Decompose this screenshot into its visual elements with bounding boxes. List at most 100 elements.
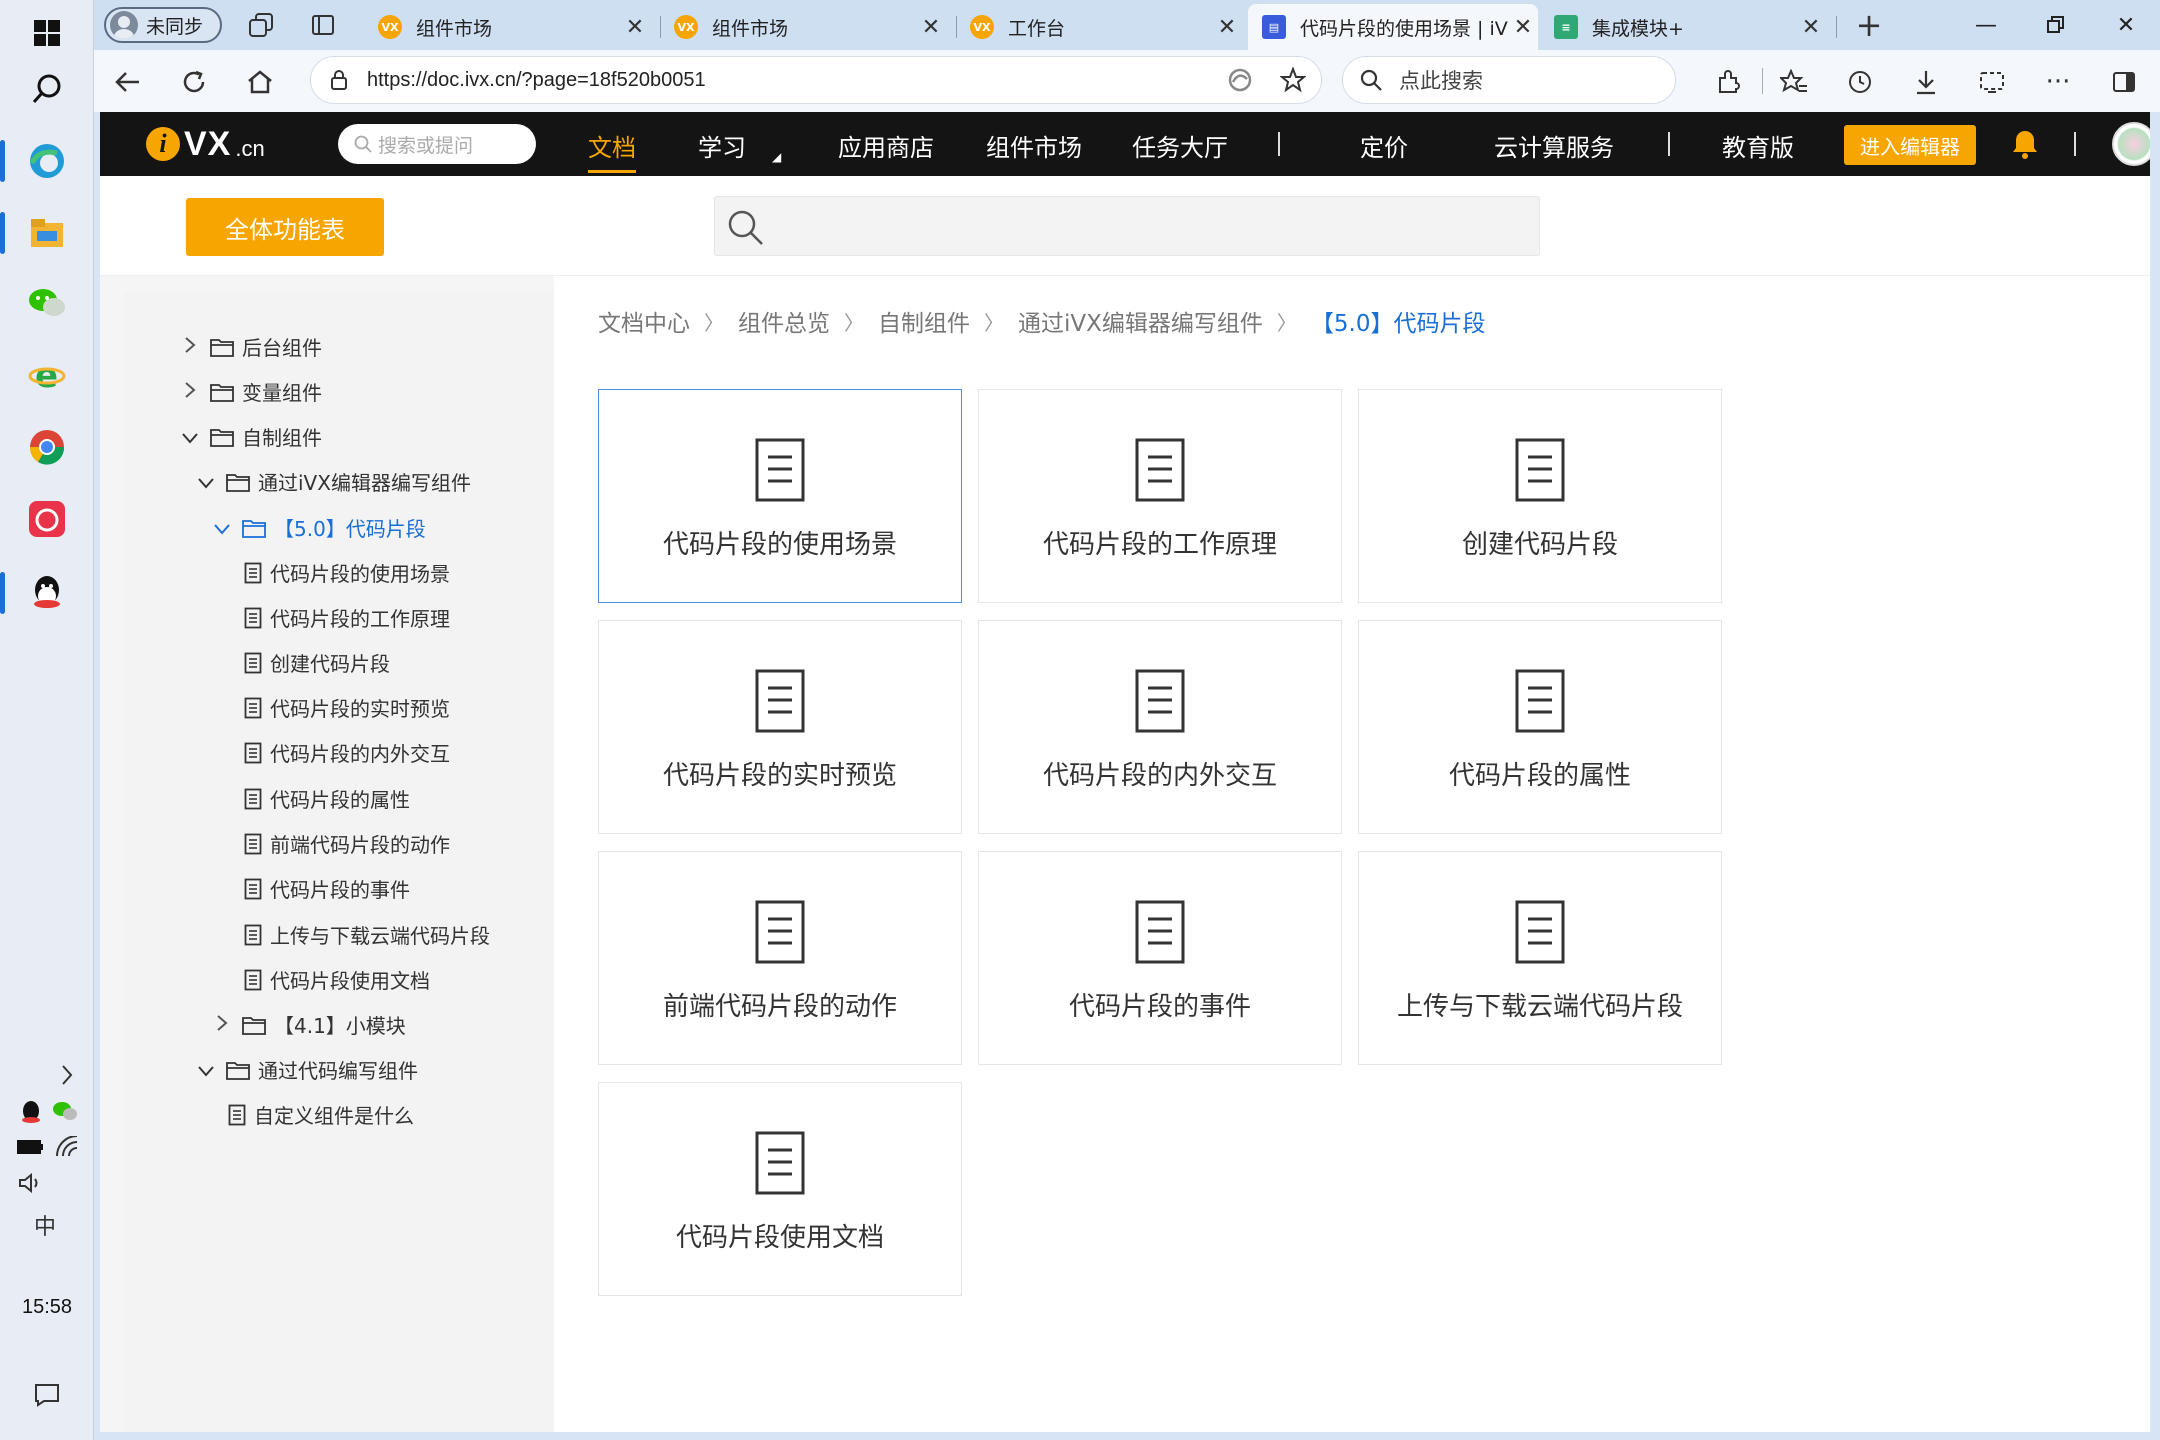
file-explorer-icon[interactable] xyxy=(0,200,94,266)
tab-integration-module[interactable]: ≡ 集成模块+ ✕ xyxy=(1540,4,1826,50)
window-close-icon[interactable]: ✕ xyxy=(2094,0,2158,50)
close-icon[interactable]: ✕ xyxy=(1212,15,1242,40)
notification-icon[interactable] xyxy=(30,1378,64,1412)
doc-card[interactable]: 前端代码片段的动作 xyxy=(598,851,962,1065)
wechat-icon[interactable] xyxy=(0,270,94,336)
search-icon[interactable] xyxy=(0,56,94,122)
sidebar-folder-item[interactable]: 通过代码编写组件 xyxy=(194,1055,418,1084)
edge-browser-icon[interactable] xyxy=(0,128,94,194)
close-icon[interactable]: ✕ xyxy=(916,15,946,40)
breadcrumb-custom-components[interactable]: 自制组件 xyxy=(878,304,970,338)
history-icon[interactable] xyxy=(1840,62,1880,102)
qq-tray-icon[interactable] xyxy=(14,1096,48,1130)
sidebar-folder-item[interactable]: 【5.0】代码片段 xyxy=(210,513,426,542)
all-features-button[interactable]: 全体功能表 xyxy=(186,198,384,256)
nav-education[interactable]: 教育版 xyxy=(1722,128,1794,163)
nav-docs[interactable]: 文档 xyxy=(588,128,636,173)
doc-card[interactable]: 上传与下载云端代码片段 xyxy=(1358,851,1722,1065)
doc-card[interactable]: 代码片段使用文档 xyxy=(598,1082,962,1296)
address-bar[interactable]: https://doc.ivx.cn/?page=18f520b0051 xyxy=(310,56,1322,104)
favorites-icon[interactable] xyxy=(1774,62,1814,102)
ime-indicator[interactable]: 中 xyxy=(28,1208,62,1242)
screenshot-icon[interactable] xyxy=(1972,62,2012,102)
restore-icon[interactable] xyxy=(2024,0,2088,50)
chevron-right-icon[interactable] xyxy=(178,380,202,404)
url-text[interactable]: https://doc.ivx.cn/?page=18f520b0051 xyxy=(367,69,1215,92)
bell-icon[interactable] xyxy=(2010,128,2040,164)
lock-icon[interactable] xyxy=(311,69,367,91)
downloads-icon[interactable] xyxy=(1906,62,1946,102)
more-menu-icon[interactable]: ··· xyxy=(2038,62,2078,102)
nav-component-market[interactable]: 组件市场 xyxy=(986,128,1082,163)
sidebar-doc-item[interactable]: 自定义组件是什么 xyxy=(228,1100,414,1129)
sidebar-doc-item[interactable]: 代码片段的属性 xyxy=(244,784,410,813)
nav-learn[interactable]: 学习 xyxy=(698,128,746,163)
breadcrumb-current[interactable]: 【5.0】代码片段 xyxy=(1311,304,1486,338)
sidebar-folder-item[interactable]: 变量组件 xyxy=(178,377,322,406)
minimize-icon[interactable]: — xyxy=(1954,0,2018,50)
sidebar-folder-item[interactable]: 【4.1】小模块 xyxy=(210,1010,406,1039)
nav-task-hall[interactable]: 任务大厅 xyxy=(1132,128,1228,163)
doc-card[interactable]: 代码片段的内外交互 xyxy=(978,620,1342,834)
browser-search-box[interactable]: 点此搜索 xyxy=(1342,56,1676,104)
edge-reading-icon[interactable] xyxy=(1215,67,1265,93)
sidebar-doc-item[interactable]: 代码片段的事件 xyxy=(244,874,410,903)
site-search-input[interactable]: 搜索或提问 xyxy=(338,124,536,164)
sidebar-doc-item[interactable]: 上传与下载云端代码片段 xyxy=(244,920,490,949)
wechat-tray-icon[interactable] xyxy=(48,1094,82,1128)
doc-card[interactable]: 创建代码片段 xyxy=(1358,389,1722,603)
tab-workbench[interactable]: VX 工作台 ✕ xyxy=(956,4,1242,50)
sidebar-toggle-icon[interactable] xyxy=(2104,62,2144,102)
red-app-icon[interactable] xyxy=(0,486,94,552)
sidebar-doc-item[interactable]: 代码片段的内外交互 xyxy=(244,738,450,767)
docs-search-input[interactable] xyxy=(714,196,1540,256)
sidebar-doc-item[interactable]: 代码片段的工作原理 xyxy=(244,603,450,632)
new-tab-icon[interactable]: + xyxy=(1852,6,1886,44)
battery-icon[interactable] xyxy=(14,1130,48,1164)
collections-icon[interactable] xyxy=(244,8,278,42)
extensions-icon[interactable] xyxy=(1708,62,1748,102)
chevron-down-icon[interactable] xyxy=(194,470,218,494)
ie-browser-icon[interactable]: e xyxy=(0,342,94,408)
tab-code-snippet-usage[interactable]: ▤ 代码片段的使用场景 | iVX ✕ xyxy=(1248,4,1538,50)
wifi-icon[interactable] xyxy=(50,1130,84,1164)
dropdown-caret-icon[interactable]: ◢ xyxy=(772,150,781,164)
tab-component-market-1[interactable]: VX 组件市场 ✕ xyxy=(364,4,650,50)
back-arrow-icon[interactable] xyxy=(108,62,148,102)
sidebar-doc-item[interactable]: 代码片段使用文档 xyxy=(244,965,430,994)
chevron-down-icon[interactable] xyxy=(194,1058,218,1082)
nav-cloud[interactable]: 云计算服务 xyxy=(1494,128,1614,163)
close-icon[interactable]: ✕ xyxy=(620,15,650,40)
refresh-icon[interactable] xyxy=(174,62,214,102)
breadcrumb-docs-center[interactable]: 文档中心 xyxy=(598,304,690,338)
doc-card[interactable]: 代码片段的工作原理 xyxy=(978,389,1342,603)
nav-pricing[interactable]: 定价 xyxy=(1360,128,1408,163)
doc-card[interactable]: 代码片段的实时预览 xyxy=(598,620,962,834)
ivx-logo[interactable]: i VX .cn xyxy=(146,122,265,166)
chevron-down-icon[interactable] xyxy=(178,425,202,449)
doc-card[interactable]: 代码片段的使用场景 xyxy=(598,389,962,603)
sidebar-doc-item[interactable]: 前端代码片段的动作 xyxy=(244,829,450,858)
doc-card[interactable]: 代码片段的属性 xyxy=(1358,620,1722,834)
breadcrumb-ivx-editor-components[interactable]: 通过iVX编辑器编写组件 xyxy=(1018,304,1263,338)
tab-actions-icon[interactable] xyxy=(306,8,340,42)
tab-component-market-2[interactable]: VX 组件市场 ✕ xyxy=(660,4,946,50)
profile-button[interactable]: 未同步 xyxy=(104,7,222,43)
qq-icon[interactable] xyxy=(0,560,94,626)
enter-editor-button[interactable]: 进入编辑器 xyxy=(1844,125,1976,165)
nav-app-store[interactable]: 应用商店 xyxy=(838,128,934,163)
sidebar-doc-item[interactable]: 代码片段的实时预览 xyxy=(244,693,450,722)
chevron-right-icon[interactable] xyxy=(50,1058,84,1092)
close-icon[interactable]: ✕ xyxy=(1508,15,1538,40)
sidebar-folder-item[interactable]: 通过iVX编辑器编写组件 xyxy=(194,467,471,496)
sidebar-folder-item[interactable]: 自制组件 xyxy=(178,422,322,451)
breadcrumb-component-overview[interactable]: 组件总览 xyxy=(738,304,830,338)
sidebar-doc-item[interactable]: 代码片段的使用场景 xyxy=(244,558,450,587)
home-icon[interactable] xyxy=(240,62,280,102)
chevron-right-icon[interactable] xyxy=(178,335,202,359)
close-icon[interactable]: ✕ xyxy=(1796,15,1826,40)
chrome-icon[interactable] xyxy=(0,414,94,480)
sidebar-doc-item[interactable]: 创建代码片段 xyxy=(244,648,390,677)
taskbar-clock[interactable]: 15:58 xyxy=(0,1296,94,1319)
chevron-right-icon[interactable] xyxy=(210,1013,234,1037)
